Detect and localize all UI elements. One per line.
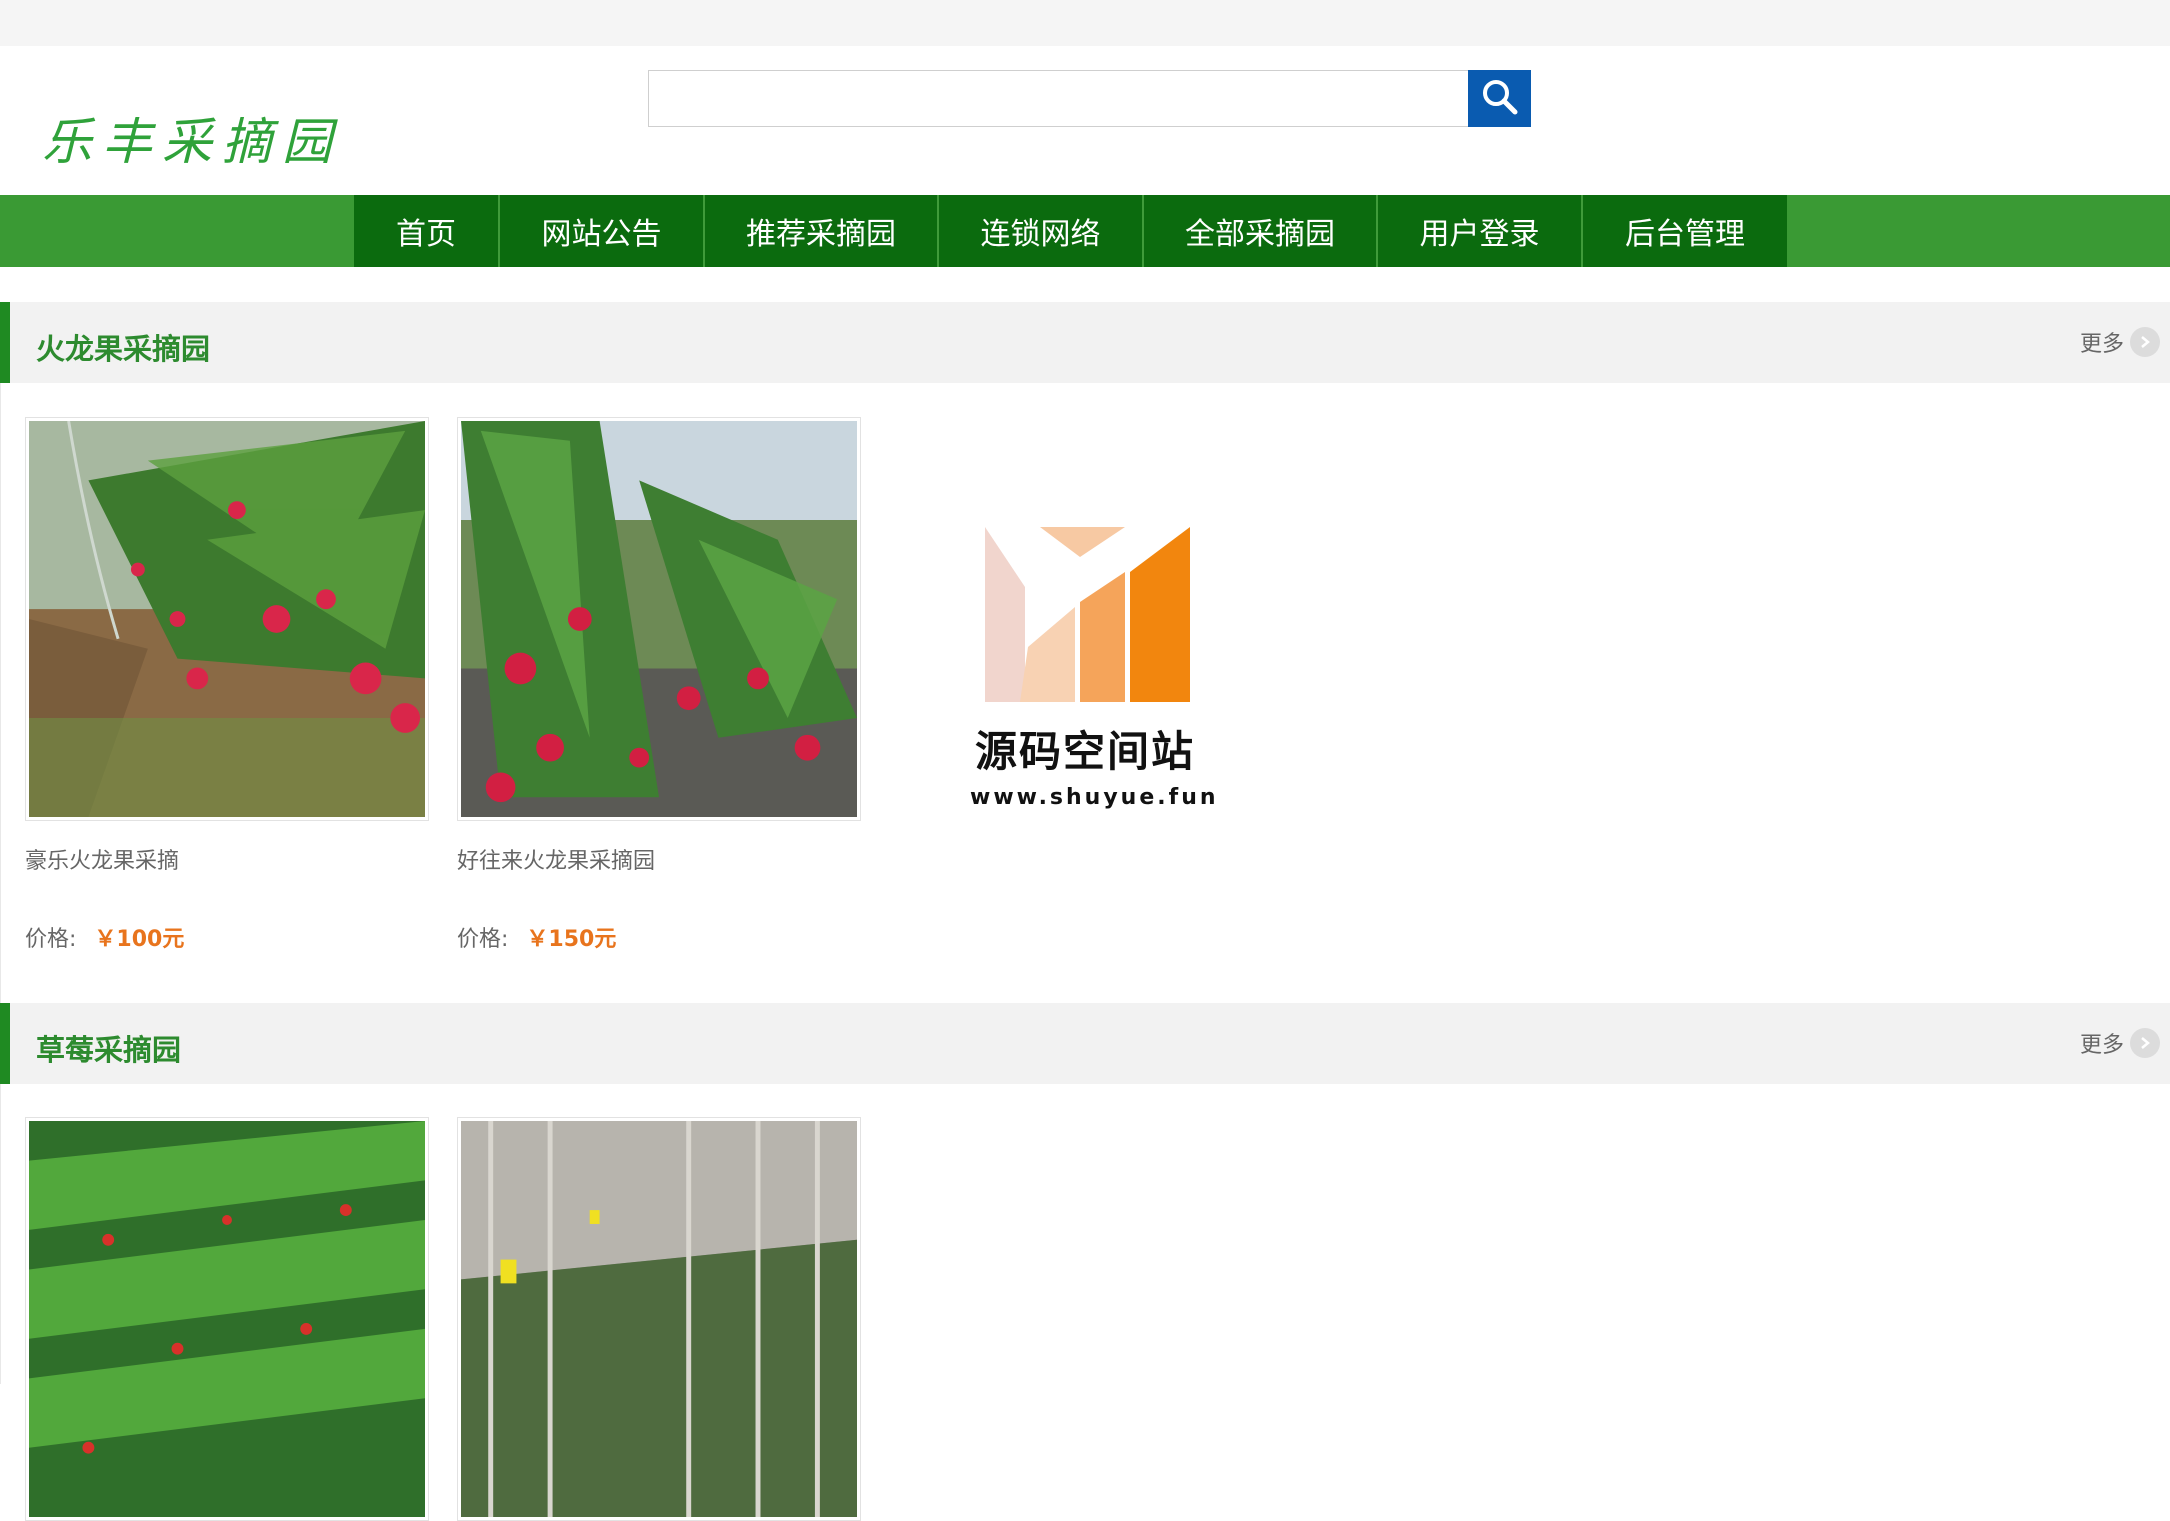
watermark-title: 源码空间站 [974,727,1195,776]
chevron-right-icon [2130,327,2160,357]
section-title: 草莓采摘园 [36,1033,182,1067]
section-body [0,1084,2170,1521]
product-card[interactable] [457,1117,861,1521]
product-price: 价格: ￥150元 [457,921,861,953]
price-label: 价格: [25,927,77,952]
site-logo[interactable]: 乐丰采摘园 [42,102,342,174]
search-input[interactable] [648,70,1468,127]
more-label: 更多 [2079,1033,2124,1058]
more-label: 更多 [2079,332,2124,357]
nav-announcements[interactable]: 网站公告 [500,195,705,267]
product-image[interactable] [457,1117,861,1521]
site-header: 乐丰采摘园 [0,46,2170,195]
more-link[interactable]: 更多 [2080,326,2160,358]
section-title: 火龙果采摘园 [36,332,211,366]
more-link[interactable]: 更多 [2080,1027,2160,1059]
watermark: 源码空间站 www.shuyue.fun [970,527,1219,810]
nav-all-gardens[interactable]: 全部采摘园 [1144,195,1378,267]
product-image[interactable] [25,1117,429,1521]
price-label: 价格: [457,927,509,952]
nav-user-login[interactable]: 用户登录 [1378,195,1583,267]
watermark-logo-icon [980,527,1190,706]
search-bar [648,70,1531,127]
product-image[interactable] [457,417,861,821]
search-button[interactable] [1468,70,1531,127]
price-value: ￥100元 [94,927,185,952]
product-card[interactable]: 好往来火龙果采摘园 价格: ￥150元 [457,417,861,953]
nav-chain-network[interactable]: 连锁网络 [939,195,1144,267]
section-strawberry: 草莓采摘园 更多 [0,1003,2170,1521]
main-nav: 首页 网站公告 推荐采摘园 连锁网络 全部采摘园 用户登录 后台管理 [0,195,2170,267]
nav-recommended[interactable]: 推荐采摘园 [705,195,939,267]
chevron-right-icon [2130,1028,2160,1058]
product-card[interactable]: 豪乐火龙果采摘 价格: ￥100元 [25,417,429,953]
nav-home[interactable]: 首页 [354,195,500,267]
product-name[interactable]: 好往来火龙果采摘园 [457,843,861,875]
search-icon [1480,77,1520,120]
top-strip [0,0,2170,46]
price-value: ￥150元 [526,927,617,952]
product-name[interactable]: 豪乐火龙果采摘 [25,843,429,875]
product-image[interactable] [25,417,429,821]
watermark-url: www.shuyue.fun [970,785,1219,810]
section-header: 火龙果采摘园 更多 [0,302,2170,383]
nav-admin[interactable]: 后台管理 [1583,195,1787,267]
product-card[interactable] [25,1117,429,1521]
section-header: 草莓采摘园 更多 [0,1003,2170,1084]
product-price: 价格: ￥100元 [25,921,429,953]
